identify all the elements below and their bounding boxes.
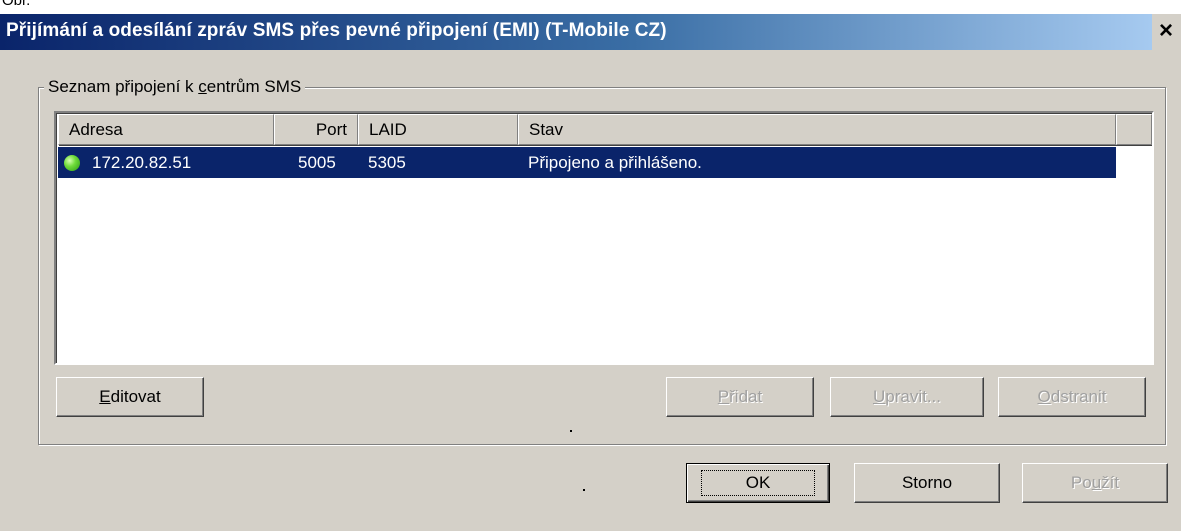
column-header-laid[interactable]: LAID bbox=[358, 114, 518, 145]
row-laid: 5305 bbox=[368, 153, 406, 172]
remove-button[interactable]: Odstranit bbox=[998, 377, 1146, 417]
row-port: 5005 bbox=[298, 153, 336, 172]
close-icon: × bbox=[1158, 17, 1173, 44]
column-header-status[interactable]: Stav bbox=[518, 114, 1116, 145]
stray-dot bbox=[583, 489, 585, 491]
row-address: 172.20.82.51 bbox=[92, 153, 192, 172]
table-row[interactable]: 172.20.82.51 5005 5305 Připojeno a přihl… bbox=[58, 147, 1116, 178]
green-status-icon bbox=[64, 155, 80, 171]
edit-button[interactable]: Editovat bbox=[56, 377, 204, 417]
cancel-button[interactable]: Storno bbox=[854, 463, 1000, 503]
column-header-filler bbox=[1116, 114, 1152, 145]
close-button[interactable]: × bbox=[1154, 17, 1178, 44]
list-header: Adresa Port LAID Stav bbox=[58, 114, 1152, 145]
apply-button[interactable]: Po u žít bbox=[1022, 463, 1168, 503]
window-title: Přijímání a odesílání zpráv SMS přes pev… bbox=[6, 20, 667, 41]
dialog-window: Přijímání a odesílání zpráv SMS přes pev… bbox=[0, 14, 1181, 531]
top-fragment-text: Obr. bbox=[2, 0, 31, 9]
row-status: Připojeno a přihlášeno. bbox=[528, 153, 702, 172]
stray-dot bbox=[570, 430, 572, 432]
column-header-port[interactable]: Port bbox=[274, 114, 358, 145]
groupbox-label: Seznam připojení k centrům SMS bbox=[44, 77, 306, 97]
ok-button[interactable]: OK bbox=[686, 463, 830, 503]
add-button[interactable]: Přidat bbox=[666, 377, 814, 417]
ok-label: OK bbox=[700, 470, 816, 496]
column-header-address[interactable]: Adresa bbox=[58, 114, 274, 145]
connections-list[interactable]: Adresa Port LAID Stav 172.20.82.51 5005 … bbox=[54, 111, 1154, 365]
title-bar[interactable]: Přijímání a odesílání zpráv SMS přes pev… bbox=[0, 14, 1152, 50]
modify-button[interactable]: Upravit... bbox=[830, 377, 984, 417]
